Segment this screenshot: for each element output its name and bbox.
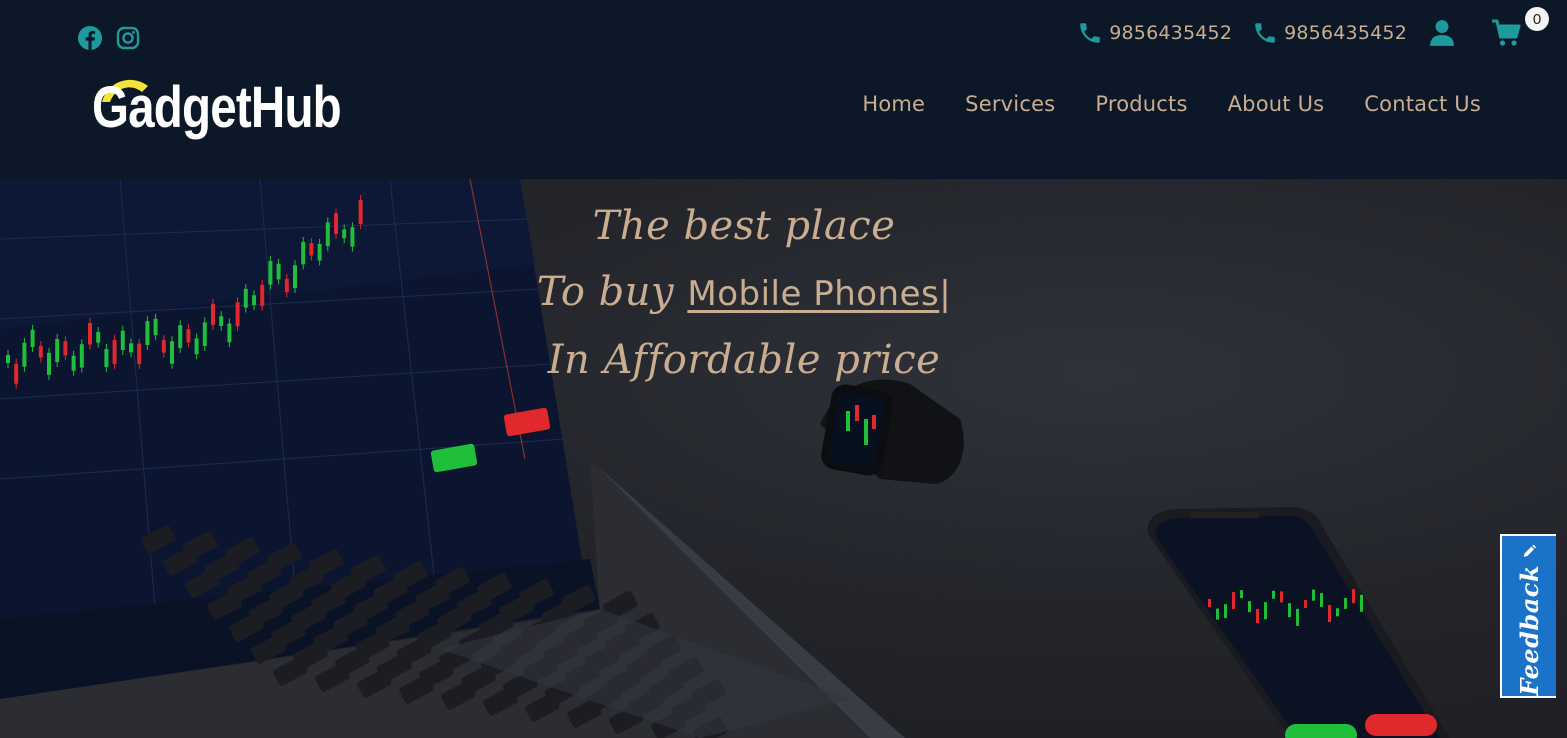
account-button[interactable] (1429, 19, 1455, 47)
facebook-icon (78, 26, 102, 50)
hero-line-1: The best place (592, 203, 896, 249)
hero-line-3: In Affordable price (547, 337, 941, 383)
main-nav: Home Services Products About Us Contact … (862, 92, 1481, 116)
pencil-icon (1523, 544, 1537, 558)
typing-cursor: | (939, 274, 952, 314)
site-header: 9856435452 9856435452 0 GadgetHub Home S… (0, 0, 1567, 179)
hero-banner: The best place To buy Mobile Phones| In … (0, 179, 1567, 738)
phone-icon (1255, 23, 1275, 43)
site-logo[interactable]: GadgetHub (92, 72, 382, 148)
nav-services[interactable]: Services (965, 92, 1055, 116)
social-links (76, 24, 142, 52)
smartphone-image (1147, 507, 1450, 738)
phone-number: 9856435452 (1109, 22, 1233, 44)
logo-text: GadgetHub (92, 75, 342, 140)
phone-contact-1[interactable]: 9856435452 (1077, 20, 1232, 46)
instagram-icon (116, 26, 140, 50)
feedback-label: Feedback (1514, 565, 1544, 696)
hero-headline: The best place To buy Mobile Phones| In … (0, 193, 1488, 393)
hero-line-2: To buy Mobile Phones| (0, 259, 1488, 327)
phone-contact-2[interactable]: 9856435452 (1252, 20, 1407, 46)
phone-icon (1080, 23, 1100, 43)
instagram-link[interactable] (114, 24, 142, 52)
cart-button[interactable]: 0 (1491, 7, 1549, 47)
user-icon (1430, 20, 1454, 46)
cart-icon (1492, 19, 1521, 46)
feedback-tab[interactable]: Feedback (1500, 534, 1556, 698)
nav-contact-us[interactable]: Contact Us (1364, 92, 1481, 116)
phone-number: 9856435452 (1284, 22, 1407, 44)
cart-count-badge: 0 (1525, 7, 1549, 31)
nav-about-us[interactable]: About Us (1228, 92, 1325, 116)
nav-home[interactable]: Home (862, 92, 925, 116)
smartwatch-image (820, 379, 964, 484)
facebook-link[interactable] (76, 24, 104, 52)
nav-products[interactable]: Products (1095, 92, 1187, 116)
hero-line-2-prefix: To buy (536, 269, 675, 315)
top-contact-bar: 9856435452 9856435452 0 (1077, 7, 1549, 50)
hero-typed-text: Mobile Phones (687, 274, 940, 314)
